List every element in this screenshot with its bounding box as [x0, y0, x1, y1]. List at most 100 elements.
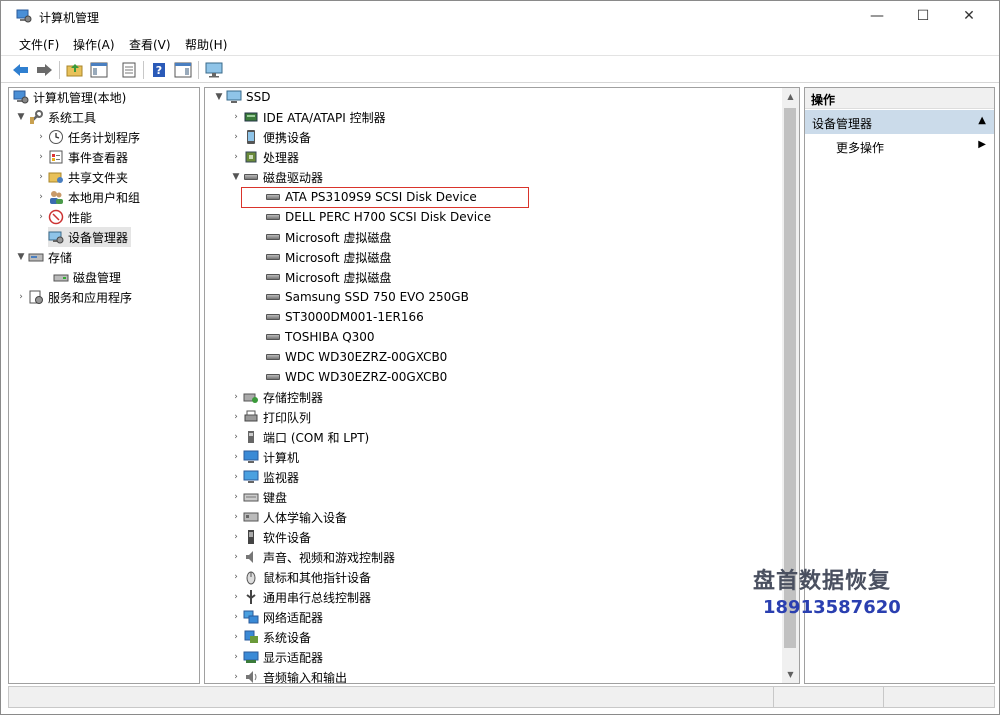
minimize-button[interactable]: —: [854, 1, 900, 31]
more-actions-item[interactable]: 更多操作 ▶: [805, 135, 994, 157]
collapsed-chevron-icon[interactable]: ›: [229, 672, 243, 682]
tree-item-storage[interactable]: ▼ 存储: [14, 247, 72, 267]
expanded-chevron-icon[interactable]: ▼: [229, 172, 243, 182]
storage-icon: [28, 249, 44, 265]
tree-item-disk-management[interactable]: 磁盘管理: [53, 267, 121, 287]
mouse-icon: [243, 569, 259, 585]
scroll-up-icon[interactable]: ▲: [782, 88, 799, 105]
collapsed-chevron-icon[interactable]: ›: [229, 572, 243, 582]
collapsed-chevron-icon[interactable]: ›: [229, 392, 243, 402]
disk-device[interactable]: Samsung SSD 750 EVO 250GB: [265, 287, 469, 307]
collapsed-chevron-icon[interactable]: ›: [229, 152, 243, 162]
device-category[interactable]: › 计算机: [229, 447, 299, 467]
tree-item-performance[interactable]: › 性能: [34, 207, 92, 227]
menu-help[interactable]: 帮助(H): [185, 36, 227, 53]
minimize-icon: —: [870, 8, 884, 24]
collapsed-chevron-icon[interactable]: ›: [34, 192, 48, 202]
device-category[interactable]: › 人体学输入设备: [229, 507, 347, 527]
monitor-icon: [205, 62, 223, 78]
monitor-button[interactable]: [204, 60, 224, 80]
expanded-chevron-icon[interactable]: ▼: [14, 252, 28, 262]
menu-action[interactable]: 操作(A): [73, 36, 115, 53]
device-category[interactable]: › 处理器: [229, 147, 299, 167]
disk-device[interactable]: DELL PERC H700 SCSI Disk Device: [265, 207, 491, 227]
maximize-button[interactable]: ☐: [900, 1, 946, 31]
tree-item-system-tools[interactable]: ▼ 系统工具: [14, 107, 96, 127]
menu-view[interactable]: 查看(V): [129, 36, 171, 53]
tree-label-local-users: 本地用户和组: [68, 190, 141, 205]
tree-item-local-users[interactable]: › 本地用户和组: [34, 187, 140, 207]
disk-device[interactable]: TOSHIBA Q300: [265, 327, 375, 347]
collapsed-chevron-icon[interactable]: ›: [229, 112, 243, 122]
collapsed-chevron-icon[interactable]: ›: [229, 592, 243, 602]
show-hide-tree-button[interactable]: [89, 60, 109, 80]
tree-item-services-apps[interactable]: › 服务和应用程序: [14, 287, 132, 307]
device-category[interactable]: › 音频输入和输出: [229, 667, 347, 683]
help-button[interactable]: ?: [149, 60, 169, 80]
menu-file[interactable]: 文件(F): [19, 36, 59, 53]
disk-drive-icon: [265, 329, 281, 345]
device-category[interactable]: › 显示适配器: [229, 647, 323, 667]
device-category[interactable]: › 便携设备: [229, 127, 311, 147]
collapsed-chevron-icon[interactable]: ›: [229, 132, 243, 142]
tree-label-system-tools: 系统工具: [48, 110, 97, 125]
scroll-down-icon[interactable]: ▼: [782, 666, 799, 683]
collapsed-chevron-icon[interactable]: ›: [14, 292, 28, 302]
disk-device[interactable]: Microsoft 虚拟磁盘: [265, 227, 391, 247]
back-button[interactable]: [11, 60, 31, 80]
disk-device[interactable]: ST3000DM001-1ER166: [265, 307, 424, 327]
category-label: 计算机: [263, 450, 300, 465]
tree-item-device-manager[interactable]: 设备管理器: [48, 227, 132, 247]
device-category[interactable]: › 系统设备: [229, 627, 311, 647]
disk-device[interactable]: WDC WD30EZRZ-00GXCB0: [265, 347, 447, 367]
collapsed-chevron-icon[interactable]: ›: [229, 412, 243, 422]
collapsed-chevron-icon[interactable]: ›: [229, 432, 243, 442]
collapsed-chevron-icon[interactable]: ›: [229, 632, 243, 642]
collapsed-chevron-icon[interactable]: ›: [34, 152, 48, 162]
tree-item-root[interactable]: 计算机管理(本地): [13, 88, 126, 107]
tree-item-event-viewer[interactable]: › 事件查看器: [34, 147, 128, 167]
device-category[interactable]: › 键盘: [229, 487, 287, 507]
collapsed-chevron-icon[interactable]: ›: [229, 492, 243, 502]
category-disk-drives[interactable]: ▼ 磁盘驱动器: [229, 167, 323, 187]
up-button[interactable]: [65, 60, 85, 80]
device-category[interactable]: › 网络适配器: [229, 607, 323, 627]
collapsed-chevron-icon[interactable]: ›: [229, 552, 243, 562]
collapsed-chevron-icon[interactable]: ›: [229, 532, 243, 542]
device-tree-pane: ▼ SSD › IDE ATA/ATAPI 控制器 › 便携设备 › 处理器 ▼ 磁盘驱动…: [204, 87, 800, 684]
device-tree-root[interactable]: ▼ SSD: [212, 88, 271, 107]
show-hide-action-pane-button[interactable]: [173, 60, 193, 80]
collapse-up-icon[interactable]: ▲: [978, 115, 986, 126]
disk-device[interactable]: WDC WD30EZRZ-00GXCB0: [265, 367, 447, 387]
collapsed-chevron-icon[interactable]: ›: [229, 472, 243, 482]
actions-section-device-manager[interactable]: 设备管理器 ▲: [805, 110, 994, 134]
close-button[interactable]: ✕: [946, 1, 992, 31]
collapsed-chevron-icon[interactable]: ›: [34, 172, 48, 182]
collapsed-chevron-icon[interactable]: ›: [229, 512, 243, 522]
device-category[interactable]: › 监视器: [229, 467, 299, 487]
collapsed-chevron-icon[interactable]: ›: [34, 212, 48, 222]
tree-item-shared-folders[interactable]: › 共享文件夹: [34, 167, 128, 187]
expanded-chevron-icon[interactable]: ▼: [14, 112, 28, 122]
device-category[interactable]: › 软件设备: [229, 527, 311, 547]
forward-button[interactable]: [34, 60, 54, 80]
collapsed-chevron-icon[interactable]: ›: [229, 612, 243, 622]
device-category[interactable]: › IDE ATA/ATAPI 控制器: [229, 107, 385, 127]
monitor-icon: [243, 469, 259, 485]
show-hide-tree-icon: [90, 62, 108, 78]
expanded-chevron-icon[interactable]: ▼: [212, 92, 226, 102]
properties-button[interactable]: [119, 60, 139, 80]
tools-icon: [28, 109, 44, 125]
disk-device[interactable]: Microsoft 虚拟磁盘: [265, 267, 391, 287]
collapsed-chevron-icon[interactable]: ›: [34, 132, 48, 142]
collapsed-chevron-icon[interactable]: ›: [229, 652, 243, 662]
collapsed-chevron-icon[interactable]: ›: [229, 452, 243, 462]
device-category[interactable]: › 通用串行总线控制器: [229, 587, 371, 607]
device-category[interactable]: › 端口 (COM 和 LPT): [229, 427, 369, 447]
device-category[interactable]: › 声音、视频和游戏控制器: [229, 547, 395, 567]
tree-item-task-scheduler[interactable]: › 任务计划程序: [34, 127, 140, 147]
device-category[interactable]: › 鼠标和其他指针设备: [229, 567, 371, 587]
device-category[interactable]: › 打印队列: [229, 407, 311, 427]
device-category[interactable]: › 存储控制器: [229, 387, 323, 407]
disk-device[interactable]: Microsoft 虚拟磁盘: [265, 247, 391, 267]
